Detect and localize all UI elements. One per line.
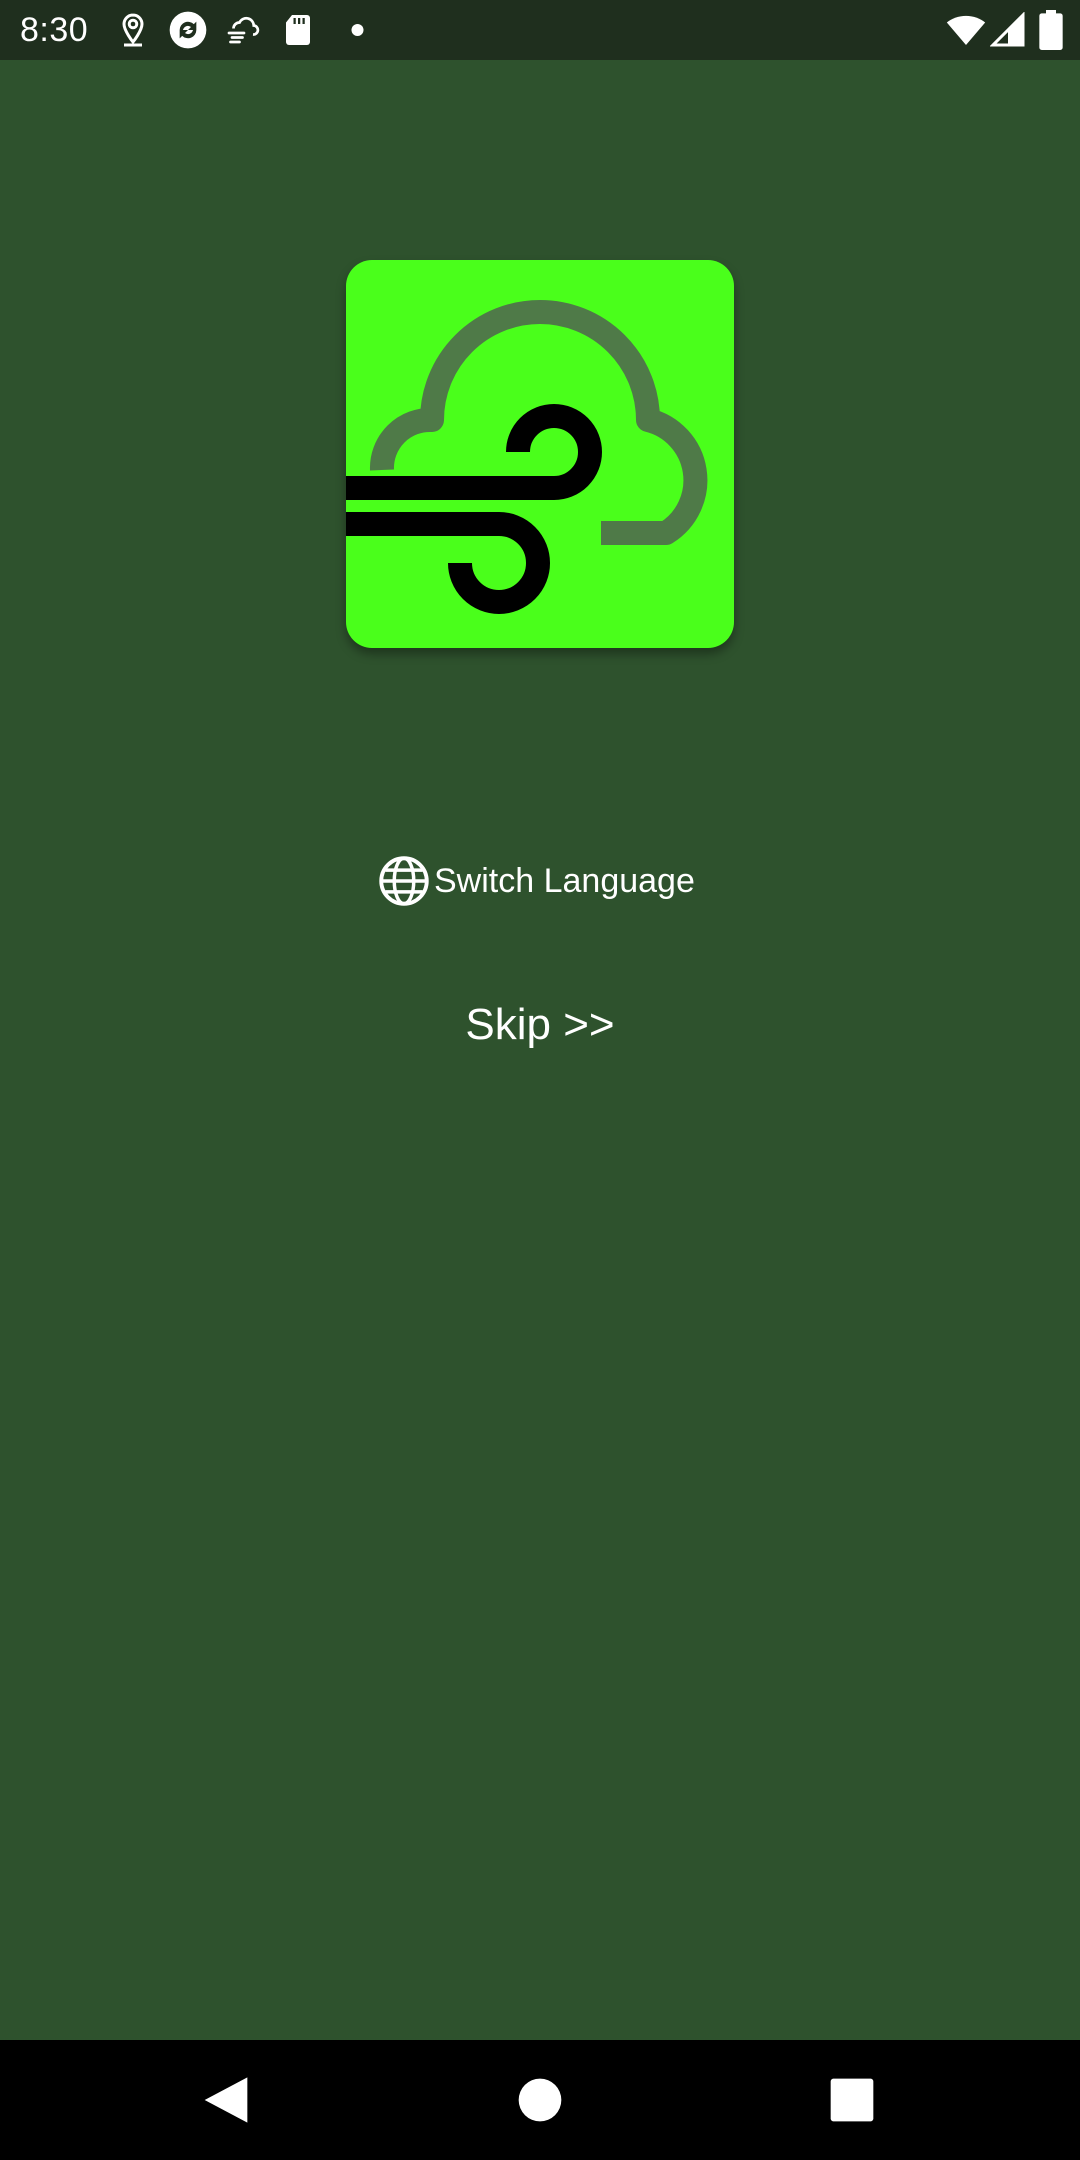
navigation-bar <box>0 2040 1080 2160</box>
wifi-icon <box>946 15 986 45</box>
cell-signal-icon <box>990 12 1025 47</box>
status-time: 8:30 <box>20 11 89 49</box>
location-icon <box>122 13 144 47</box>
notification-dot-icon <box>351 24 364 36</box>
recents-button[interactable] <box>820 2068 884 2132</box>
switch-language-button[interactable]: Switch Language <box>378 854 695 908</box>
back-button[interactable] <box>194 2068 258 2132</box>
status-bar: 8:30 <box>0 0 1080 60</box>
battery-icon <box>1039 10 1063 50</box>
home-button[interactable] <box>508 2068 572 2132</box>
recents-icon <box>830 2078 874 2122</box>
switch-language-label: Switch Language <box>434 861 695 900</box>
cloud-wind-logo-icon <box>346 300 708 614</box>
app-logo <box>346 260 734 648</box>
weather-wind-icon <box>227 16 260 44</box>
sync-app-icon <box>169 11 207 49</box>
globe-icon <box>379 856 429 906</box>
sd-card-icon <box>286 15 310 45</box>
home-icon <box>518 2078 562 2122</box>
skip-button[interactable]: Skip >> <box>0 998 1080 1052</box>
back-icon <box>204 2077 248 2123</box>
